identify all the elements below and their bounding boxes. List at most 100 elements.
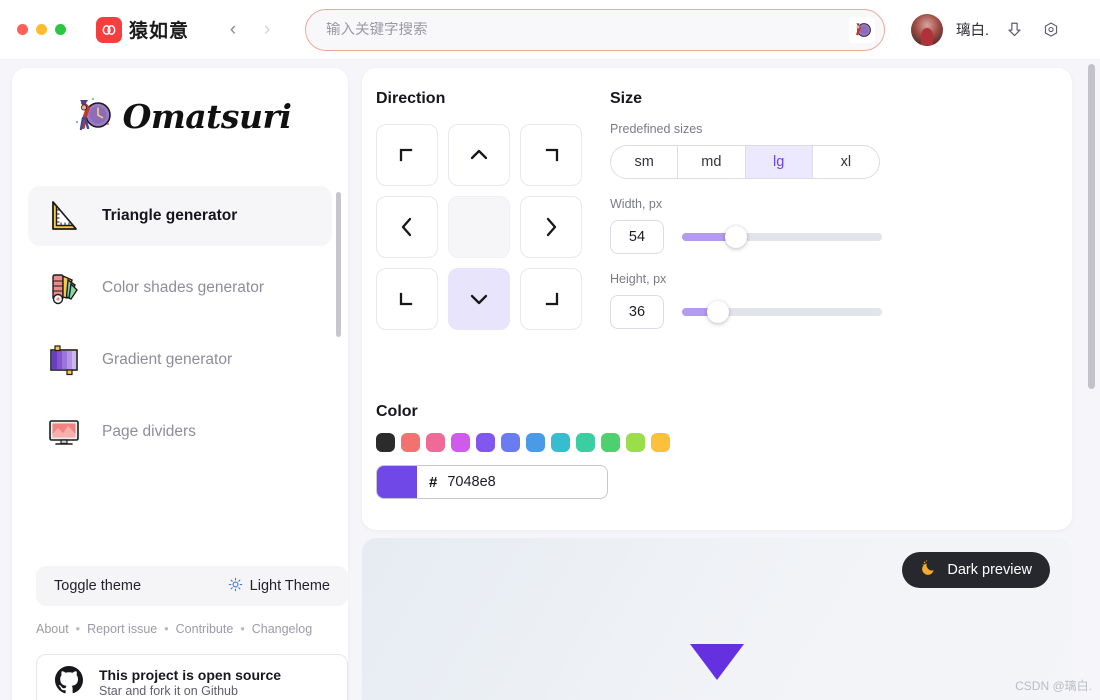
hex-input[interactable]: 7048e8 [447,474,495,490]
open-source-card[interactable]: This project is open source Star and for… [36,654,348,700]
direction-button-top-left[interactable] [376,124,438,186]
direction-button-bottom-right[interactable] [520,268,582,330]
close-window-button[interactable] [17,24,28,35]
user-area: 璃白. [911,13,1063,46]
corner-bottom-left-icon [399,292,413,306]
color-swatch[interactable] [401,433,420,452]
footer-separator: • [75,622,81,636]
sidebar-item-label: Gradient generator [102,351,233,368]
direction-button-left[interactable] [376,196,438,258]
direction-button-center [448,196,510,258]
sidebar-item-label: Color shades generator [102,279,264,296]
nav-back-button[interactable]: ‹ [219,16,247,44]
minimize-window-button[interactable] [36,24,47,35]
theme-toggle[interactable]: Toggle theme Light Theme [36,566,348,606]
sidebar-footer-links: About • Report issue • Contribute • Chan… [36,622,348,636]
color-swatch[interactable] [501,433,520,452]
nav-forward-button[interactable]: › [253,16,281,44]
color-swatch[interactable] [376,433,395,452]
direction-button-right[interactable] [520,196,582,258]
height-field-row: 36 [610,295,910,329]
monitor-icon [44,412,84,452]
hex-input-body[interactable]: # 7048e8 [417,466,607,498]
footer-link-changelog[interactable]: Changelog [252,622,312,636]
size-preset-md[interactable]: md [678,146,746,178]
width-slider-thumb[interactable] [725,226,747,248]
chevron-down-icon [470,294,488,305]
watermark: CSDN @璃白. [1015,679,1092,693]
corner-bottom-right-icon [545,292,559,306]
direction-button-top[interactable] [448,124,510,186]
predefined-sizes-group: sm md lg xl [610,145,880,179]
sidebar-logo[interactable]: Omatsuri [12,68,348,138]
color-swatch[interactable] [601,433,620,452]
download-icon[interactable] [1002,18,1026,42]
search-input[interactable] [326,21,841,38]
hex-color-field[interactable]: # 7048e8 [376,465,608,499]
chevron-up-icon [470,149,488,160]
direction-button-bottom[interactable] [448,268,510,330]
color-palette-icon [44,268,84,308]
page-scrollbar-thumb[interactable] [1088,64,1095,389]
height-slider-thumb[interactable] [707,301,729,323]
width-slider[interactable] [682,226,882,248]
sidebar-scrollbar[interactable] [336,192,341,337]
direction-section: Direction [376,90,596,330]
sidebar-item-page-dividers[interactable]: Page dividers [28,402,332,462]
sidebar-nav-list: Triangle generator Color shades generato… [12,186,348,576]
sidebar-item-color-shades-generator[interactable]: Color shades generator [28,258,332,318]
corner-top-left-icon [399,148,413,162]
color-swatch[interactable] [576,433,595,452]
page-scrollbar-track[interactable] [1087,60,1098,700]
open-source-title: This project is open source [99,666,282,683]
width-input[interactable]: 54 [610,220,664,254]
size-section: Size Predefined sizes sm md lg xl Width,… [610,90,910,329]
color-title: Color [376,403,418,420]
footer-separator: • [240,622,245,636]
app-brand: 猿如意 [96,16,189,43]
gradient-bars-icon [44,340,84,380]
maximize-window-button[interactable] [55,24,66,35]
size-preset-sm[interactable]: sm [611,146,679,178]
omatsuri-favicon-icon [849,16,876,43]
triangle-ruler-icon [44,196,84,236]
current-color-chip[interactable] [377,466,417,498]
color-swatch[interactable] [476,433,495,452]
footer-link-contribute[interactable]: Contribute [176,622,234,636]
sidebar-item-label: Page dividers [102,423,196,440]
color-swatch-list [376,433,776,452]
height-slider[interactable] [682,301,882,323]
footer-link-about[interactable]: About [36,622,69,636]
color-swatch[interactable] [426,433,445,452]
gear-icon[interactable] [1039,18,1063,42]
size-preset-lg[interactable]: lg [745,146,813,178]
browser-toolbar: 猿如意 ‹ › 璃白. [0,0,1100,60]
avatar[interactable] [911,13,944,46]
direction-button-bottom-left[interactable] [376,268,438,330]
color-swatch[interactable] [626,433,645,452]
footer-link-report-issue[interactable]: Report issue [87,622,157,636]
color-swatch[interactable] [551,433,570,452]
footer-separator: • [164,622,169,636]
sidebar-item-triangle-generator[interactable]: Triangle generator [28,186,332,246]
color-swatch[interactable] [526,433,545,452]
sidebar-item-gradient-generator[interactable]: Gradient generator [28,330,332,390]
color-section: Color # 7048e8 [376,403,776,499]
width-label: Width, px [610,197,663,211]
hash-symbol: # [429,473,438,491]
size-preset-xl[interactable]: xl [813,146,879,178]
sidebar-logo-text: Omatsuri [122,96,292,136]
corner-top-right-icon [545,148,559,162]
settings-card: Direction Size Predefined sizes sm md lg… [362,68,1072,530]
height-input[interactable]: 36 [610,295,664,329]
color-swatch[interactable] [451,433,470,452]
app-brand-name: 猿如意 [129,21,190,42]
search-box[interactable] [305,8,886,51]
open-source-subtitle: Star and fork it on Github [99,683,238,698]
direction-button-top-right[interactable] [520,124,582,186]
triangle-preview-area [362,538,1072,700]
sun-icon [228,577,243,596]
color-swatch[interactable] [651,433,670,452]
github-icon [53,664,85,700]
sidebar: Omatsuri Triangle generator Color shades… [12,68,348,700]
